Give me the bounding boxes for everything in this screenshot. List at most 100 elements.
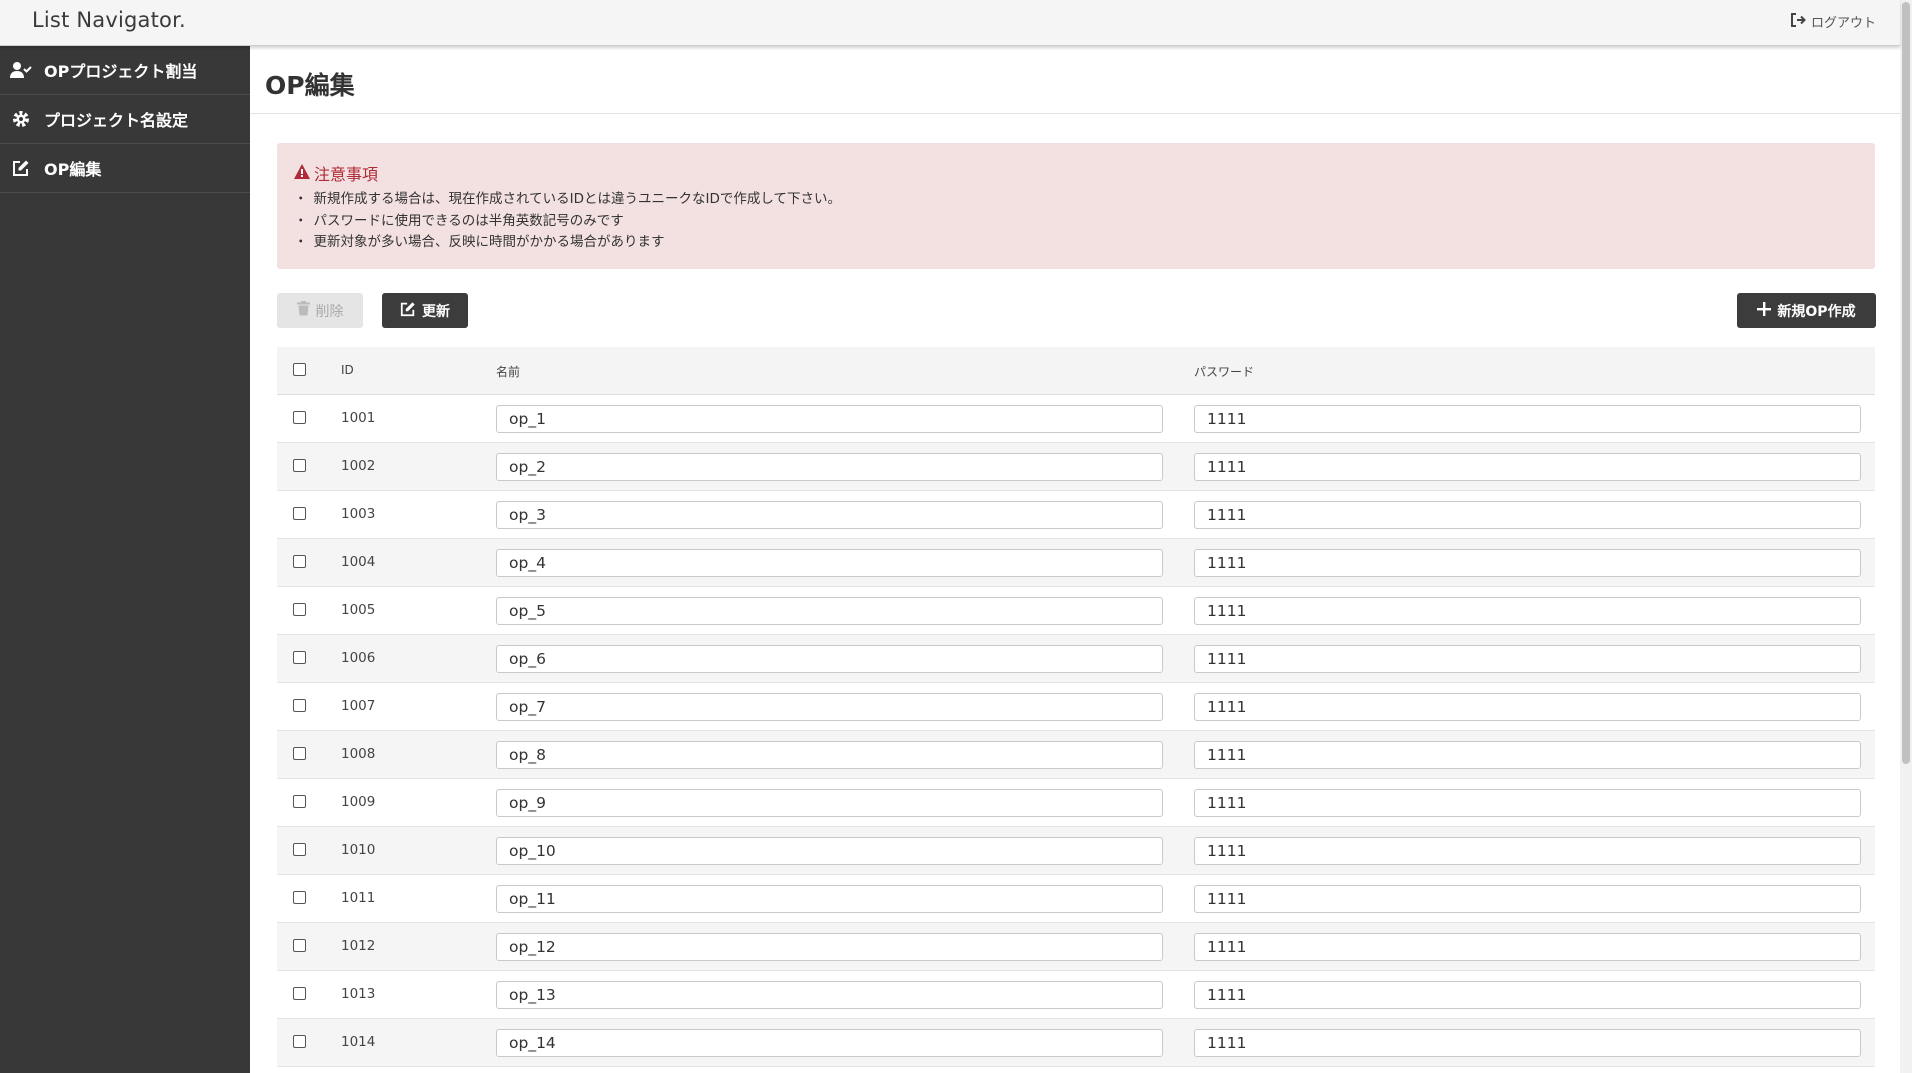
page-scrollbar[interactable]: [1900, 0, 1912, 1073]
update-label: 更新: [422, 303, 450, 320]
sidebar-item-op-edit[interactable]: OP編集: [0, 144, 250, 193]
name-input[interactable]: [496, 981, 1163, 1009]
row-checkbox[interactable]: [293, 939, 306, 952]
row-checkbox[interactable]: [293, 459, 306, 472]
password-input[interactable]: [1194, 405, 1861, 433]
notice-list: 新規作成する場合は、現在作成されているIDとは違うユニークなIDで作成して下さい…: [294, 189, 841, 254]
table-row: 1006: [277, 635, 1875, 683]
sidebar-item-op-project-assign[interactable]: OPプロジェクト割当: [0, 46, 250, 95]
row-id: 1007: [341, 698, 376, 714]
row-id: 1001: [341, 410, 376, 426]
logout-label: ログアウト: [1810, 16, 1876, 31]
password-input[interactable]: [1194, 885, 1861, 913]
row-id: 1006: [341, 650, 376, 666]
table-row: 1008: [277, 731, 1875, 779]
row-id: 1011: [341, 890, 376, 906]
trash-icon: [296, 301, 310, 320]
password-input[interactable]: [1194, 453, 1861, 481]
row-id: 1014: [341, 1034, 376, 1050]
row-checkbox[interactable]: [293, 603, 306, 616]
logout-icon: [1790, 12, 1806, 31]
row-id: 1004: [341, 554, 376, 570]
row-checkbox[interactable]: [293, 507, 306, 520]
notice-title: 注意事項: [294, 161, 378, 185]
scrollbar-thumb[interactable]: [1902, 2, 1910, 764]
name-input[interactable]: [496, 405, 1163, 433]
notice-box: 注意事項 新規作成する場合は、現在作成されているIDとは違うユニークなIDで作成…: [277, 143, 1875, 269]
edit-icon: [400, 301, 416, 321]
row-id: 1010: [341, 842, 376, 858]
edit-icon: [10, 157, 32, 179]
sidebar-item-label: OP編集: [44, 160, 102, 179]
column-header-password: パスワード: [1194, 365, 1255, 379]
row-checkbox[interactable]: [293, 987, 306, 1000]
name-input[interactable]: [496, 693, 1163, 721]
name-input[interactable]: [496, 933, 1163, 961]
password-input[interactable]: [1194, 501, 1861, 529]
password-input[interactable]: [1194, 549, 1861, 577]
password-input[interactable]: [1194, 645, 1861, 673]
name-input[interactable]: [496, 597, 1163, 625]
name-input[interactable]: [496, 789, 1163, 817]
name-input[interactable]: [496, 837, 1163, 865]
notice-item: 新規作成する場合は、現在作成されているIDとは違うユニークなIDで作成して下さい…: [294, 189, 841, 211]
delete-label: 削除: [315, 303, 344, 320]
select-all-checkbox[interactable]: [293, 363, 306, 376]
main-content: OP編集 注意事項 新規作成する場合は、現在作成されているIDとは違うユニークな…: [250, 46, 1900, 1073]
row-checkbox[interactable]: [293, 1035, 306, 1048]
table-row: 1012: [277, 923, 1875, 971]
password-input[interactable]: [1194, 981, 1861, 1009]
row-id: 1003: [341, 506, 376, 522]
row-id: 1008: [341, 746, 376, 762]
password-input[interactable]: [1194, 1029, 1861, 1057]
new-op-button[interactable]: 新規OP作成: [1737, 293, 1876, 328]
name-input[interactable]: [496, 453, 1163, 481]
notice-item: 更新対象が多い場合、反映に時間がかかる場合があります: [294, 232, 841, 254]
name-input[interactable]: [496, 741, 1163, 769]
row-checkbox[interactable]: [293, 843, 306, 856]
password-input[interactable]: [1194, 933, 1861, 961]
title-divider: [250, 113, 1900, 114]
row-checkbox[interactable]: [293, 747, 306, 760]
op-table: ID 名前 パスワード 1001 1002 1003 1004: [277, 347, 1875, 1067]
row-checkbox[interactable]: [293, 651, 306, 664]
delete-button[interactable]: 削除: [277, 293, 363, 328]
brand-logo: List Navigator.: [32, 8, 186, 32]
notice-item: パスワードに使用できるのは半角英数記号のみです: [294, 211, 841, 233]
row-id: 1012: [341, 938, 376, 954]
row-checkbox[interactable]: [293, 795, 306, 808]
name-input[interactable]: [496, 549, 1163, 577]
gear-icon: [10, 108, 32, 130]
row-checkbox[interactable]: [293, 411, 306, 424]
row-checkbox[interactable]: [293, 699, 306, 712]
row-id: 1002: [341, 458, 376, 474]
sidebar-item-project-name-setting[interactable]: プロジェクト名設定: [0, 95, 250, 144]
password-input[interactable]: [1194, 789, 1861, 817]
sidebar-item-label: OPプロジェクト割当: [44, 62, 198, 81]
password-input[interactable]: [1194, 837, 1861, 865]
row-checkbox[interactable]: [293, 891, 306, 904]
password-input[interactable]: [1194, 741, 1861, 769]
plus-icon: [1757, 301, 1772, 320]
table-row: 1004: [277, 539, 1875, 587]
password-input[interactable]: [1194, 597, 1861, 625]
row-id: 1013: [341, 986, 376, 1002]
column-header-id: ID: [341, 363, 354, 377]
name-input[interactable]: [496, 1029, 1163, 1057]
row-checkbox[interactable]: [293, 555, 306, 568]
row-id: 1009: [341, 794, 376, 810]
table-header: ID 名前 パスワード: [277, 347, 1875, 395]
table-row: 1014: [277, 1019, 1875, 1067]
password-input[interactable]: [1194, 693, 1861, 721]
name-input[interactable]: [496, 501, 1163, 529]
name-input[interactable]: [496, 885, 1163, 913]
column-header-name: 名前: [496, 365, 521, 379]
logout-button[interactable]: ログアウト: [1790, 12, 1876, 31]
new-op-label: 新規OP作成: [1777, 303, 1856, 320]
update-button[interactable]: 更新: [382, 293, 468, 328]
table-row: 1011: [277, 875, 1875, 923]
table-row: 1005: [277, 587, 1875, 635]
name-input[interactable]: [496, 645, 1163, 673]
table-row: 1007: [277, 683, 1875, 731]
table-row: 1010: [277, 827, 1875, 875]
